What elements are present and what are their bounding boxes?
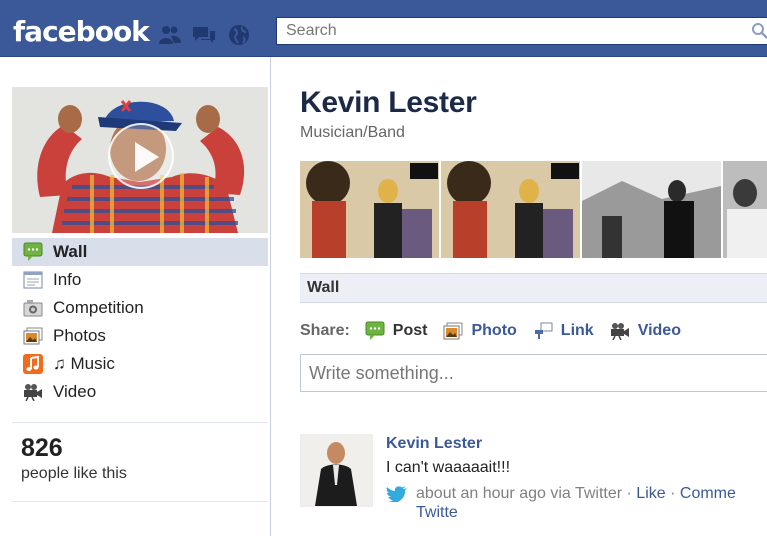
- play-icon[interactable]: [108, 123, 174, 189]
- wall-icon: [22, 242, 44, 262]
- likes-summary: 826 people like this: [21, 433, 127, 483]
- facebook-logo[interactable]: facebook: [13, 13, 150, 51]
- main-content: Kevin Lester Musician/Band Wall Share: P…: [272, 57, 767, 536]
- photo-thumbnail[interactable]: [441, 161, 580, 258]
- messages-icon[interactable]: [191, 22, 217, 48]
- search-input[interactable]: [277, 18, 737, 44]
- sidebar-item-label: Wall: [53, 242, 88, 261]
- sidebar-item-wall[interactable]: Wall: [12, 238, 268, 266]
- meta-separator: ·: [670, 485, 676, 502]
- photo-thumbnail[interactable]: [300, 161, 439, 258]
- share-bar: Share: Post Photo Link Video: [300, 319, 696, 343]
- sidebar-item-competition[interactable]: Competition: [12, 294, 268, 322]
- story-body: Kevin Lester I can't waaaaait!!! about a…: [386, 434, 767, 522]
- info-icon: [22, 270, 44, 290]
- sidebar-item-video[interactable]: Video: [12, 378, 268, 406]
- competition-icon: [22, 298, 44, 318]
- sidebar-item-label: Photos: [53, 326, 106, 345]
- like-link[interactable]: Like: [636, 485, 665, 502]
- sidebar-nav: Wall Info Competition Photos ♫ Music Vid…: [12, 238, 268, 406]
- page-title: Kevin Lester: [300, 86, 477, 119]
- friend-requests-icon[interactable]: [157, 22, 183, 48]
- sidebar-item-label: ♫ Music: [53, 354, 115, 373]
- story-timestamp[interactable]: about an hour ago via Twitter: [416, 485, 622, 502]
- share-post-option[interactable]: Post: [364, 320, 428, 342]
- photo-thumbnail[interactable]: [582, 161, 721, 258]
- photo-icon: [442, 320, 464, 342]
- photo-thumbnail[interactable]: [723, 161, 767, 258]
- divider: [12, 501, 268, 502]
- story-meta: about an hour ago via Twitter · Like · C…: [386, 484, 767, 522]
- search-box: [276, 17, 767, 45]
- share-label: Share:: [300, 322, 350, 339]
- share-option-label: Video: [637, 322, 681, 339]
- sidebar-item-label: Video: [53, 382, 97, 401]
- page-category: Musician/Band: [300, 124, 405, 141]
- sidebar-item-label: Info: [53, 270, 82, 289]
- share-video-option[interactable]: Video: [609, 320, 681, 342]
- likes-count: 826: [21, 434, 63, 462]
- share-link-option[interactable]: Link: [532, 320, 594, 342]
- composer-box: [300, 354, 767, 392]
- profile-video-thumbnail[interactable]: [12, 87, 268, 233]
- link-icon: [532, 320, 554, 342]
- photo-strip: [300, 161, 767, 258]
- sidebar-item-info[interactable]: Info: [12, 266, 268, 294]
- likes-label: people like this: [21, 465, 127, 482]
- sidebar-item-label: Competition: [53, 298, 144, 317]
- photos-icon: [22, 326, 44, 346]
- story-meta-text: about an hour ago via Twitter · Like · C…: [416, 484, 736, 522]
- share-option-label: Link: [560, 322, 594, 339]
- wall-tab-header: Wall: [300, 273, 767, 303]
- status-composer-input[interactable]: [301, 355, 767, 391]
- top-bar: facebook: [0, 0, 767, 57]
- story-author-link[interactable]: Kevin Lester: [386, 434, 767, 454]
- video-icon: [22, 382, 44, 402]
- retweet-link[interactable]: Twitte: [416, 503, 736, 522]
- divider: [12, 422, 268, 423]
- left-column: Wall Info Competition Photos ♫ Music Vid…: [0, 57, 271, 536]
- share-option-label: Post: [392, 322, 428, 339]
- twitter-bird-icon: [386, 486, 408, 504]
- video-camera-icon: [609, 320, 631, 342]
- meta-separator: ·: [626, 485, 632, 502]
- story-message: I can't waaaaait!!!: [386, 459, 511, 476]
- avatar[interactable]: [300, 434, 373, 507]
- notifications-globe-icon[interactable]: [226, 22, 252, 48]
- comment-link[interactable]: Comme: [680, 485, 736, 502]
- sidebar-item-music[interactable]: ♫ Music: [12, 350, 268, 378]
- search-icon[interactable]: [751, 22, 767, 40]
- music-icon: [22, 354, 44, 374]
- sidebar-item-photos[interactable]: Photos: [12, 322, 268, 350]
- share-option-label: Photo: [471, 322, 517, 339]
- share-photo-option[interactable]: Photo: [442, 320, 517, 342]
- post-icon: [364, 320, 386, 342]
